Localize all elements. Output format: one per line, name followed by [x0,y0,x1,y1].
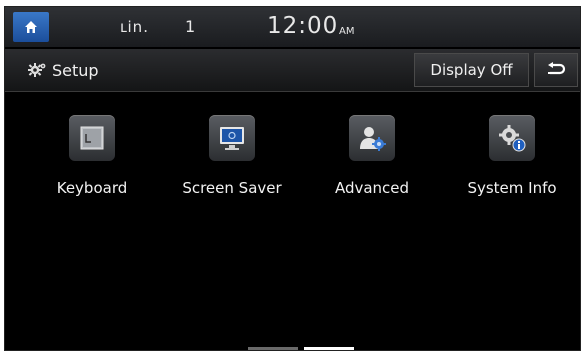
menu-item-advanced[interactable]: Advanced [307,115,437,210]
display-off-button[interactable]: Display Off [414,53,529,87]
menu-item-label: Screen Saver [182,179,282,197]
page-title-group: Setup [27,60,99,80]
menu-item-keyboard[interactable]: Keyboard [27,115,157,210]
signal-indicator: ւin. [120,18,149,36]
channel-number: 1 [185,17,196,36]
page-indicator-dot[interactable] [248,347,298,350]
gear-icon [28,63,46,77]
system-info-icon [489,115,535,161]
menu-item-label: System Info [467,179,557,197]
head-unit-screen: ւin. 1 12:00 AM Setup Display Off Keyboa… [4,6,581,351]
page-title: Setup [52,60,99,80]
home-button[interactable] [13,12,49,42]
page-indicator [248,347,354,350]
advanced-settings-icon [349,115,395,161]
header-bar: Setup Display Off [5,49,580,92]
menu-item-system-info[interactable]: System Info [447,115,577,210]
clock-ampm: AM [339,26,355,37]
home-icon [25,21,37,33]
back-arrow-icon [548,62,566,75]
menu-item-label: Advanced [334,179,410,197]
back-button[interactable] [534,53,578,87]
menu-item-screen-saver[interactable]: Screen Saver [167,115,297,210]
page-indicator-dot-active[interactable] [304,347,354,350]
keyboard-icon [69,115,115,161]
monitor-icon [209,115,255,161]
clock-time: 12:00 [267,13,339,39]
menu-item-label: Keyboard [56,179,128,197]
status-bar: ւin. 1 12:00 AM [5,7,580,47]
